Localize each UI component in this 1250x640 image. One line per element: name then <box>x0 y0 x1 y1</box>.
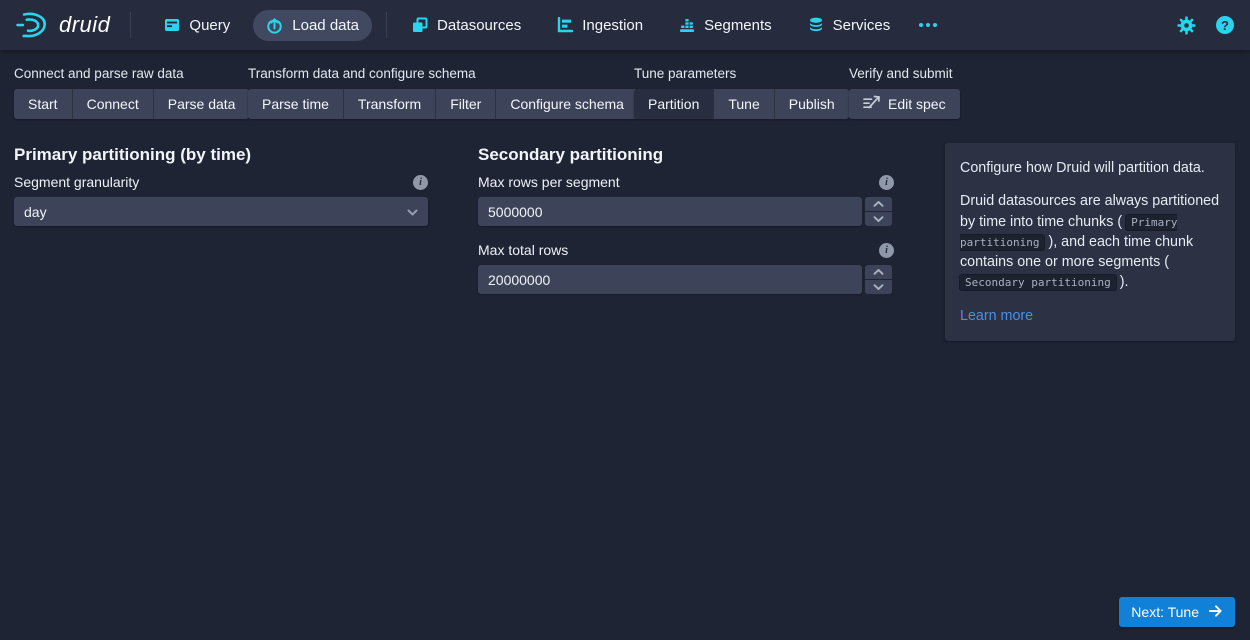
max-total-rows-group: Max total rows i <box>478 242 894 294</box>
stepper-decrement-button[interactable] <box>865 280 892 294</box>
segment-granularity-value: day <box>24 204 47 220</box>
top-nav-bar: druid Query Load data <box>0 0 1250 50</box>
settings-gear-icon[interactable] <box>1177 16 1196 35</box>
max-rows-per-segment-stepper <box>865 197 892 226</box>
next-tune-label: Next: Tune <box>1131 604 1199 620</box>
info-icon[interactable]: i <box>879 175 894 190</box>
step-group-transform: Transform data and configure schema Pars… <box>248 66 638 119</box>
step-group-connect: Connect and parse raw data Start Connect… <box>14 66 249 119</box>
step-button-edit-spec[interactable]: Edit spec <box>849 89 960 119</box>
max-rows-per-segment-label: Max rows per segment <box>478 174 620 190</box>
partition-info-callout: Configure how Druid will partition data.… <box>945 143 1235 341</box>
nav-right-actions: ? <box>1177 16 1234 35</box>
datasources-icon <box>412 17 428 33</box>
step-group-label: Verify and submit <box>849 66 960 81</box>
chevron-down-icon <box>407 203 418 221</box>
max-rows-per-segment-group: Max rows per segment i <box>478 174 894 226</box>
gantt-chart-icon <box>557 17 573 33</box>
info-icon[interactable]: i <box>413 175 428 190</box>
database-icon <box>808 17 824 33</box>
step-button-filter[interactable]: Filter <box>435 89 495 119</box>
console-icon <box>164 17 180 33</box>
segment-granularity-label: Segment granularity <box>14 174 139 190</box>
info-icon[interactable]: i <box>879 243 894 258</box>
nav-item-label: Load data <box>292 17 359 34</box>
step-button-publish[interactable]: Publish <box>774 89 849 119</box>
step-button-configure-schema[interactable]: Configure schema <box>495 89 638 119</box>
callout-intro: Configure how Druid will partition data. <box>960 158 1220 178</box>
help-icon[interactable]: ? <box>1216 16 1234 34</box>
step-button-connect[interactable]: Connect <box>72 89 153 119</box>
nav-item-services[interactable]: Services <box>795 10 904 41</box>
nav-item-load-data[interactable]: Load data <box>253 10 372 41</box>
next-tune-button[interactable]: Next: Tune <box>1119 597 1235 627</box>
code-chip: Secondary partitioning <box>960 275 1116 290</box>
segment-granularity-select[interactable]: day <box>14 197 428 226</box>
segments-bar-chart-icon <box>679 17 695 33</box>
stepper-increment-button[interactable] <box>865 265 892 279</box>
step-button-parse-data[interactable]: Parse data <box>153 89 250 119</box>
brand-name: druid <box>59 12 110 38</box>
nav-item-label: Services <box>833 17 891 34</box>
step-group-label: Tune parameters <box>634 66 849 81</box>
max-total-rows-input[interactable] <box>478 265 862 294</box>
callout-description: Druid datasources are always partitioned… <box>960 191 1220 292</box>
nav-item-datasources[interactable]: Datasources <box>399 10 534 41</box>
secondary-partitioning-heading: Secondary partitioning <box>478 145 663 165</box>
step-button-partition[interactable]: Partition <box>634 89 713 119</box>
upload-icon <box>266 17 283 34</box>
druid-home-link[interactable]: druid <box>14 11 110 39</box>
nav-item-query[interactable]: Query <box>151 10 243 41</box>
edit-spec-icon <box>863 95 880 113</box>
druid-logo-icon <box>14 11 50 39</box>
step-group-tune: Tune parameters Partition Tune Publish <box>634 66 849 119</box>
step-button-start[interactable]: Start <box>14 89 72 119</box>
step-button-tune[interactable]: Tune <box>713 89 773 119</box>
nav-item-label: Datasources <box>437 17 521 34</box>
nav-divider <box>386 12 387 38</box>
stepper-increment-button[interactable] <box>865 197 892 211</box>
segment-granularity-group: Segment granularity i day <box>14 174 428 226</box>
step-group-label: Connect and parse raw data <box>14 66 249 81</box>
step-button-transform[interactable]: Transform <box>343 89 435 119</box>
max-rows-per-segment-input[interactable] <box>478 197 862 226</box>
nav-item-label: Query <box>189 17 230 34</box>
stepper-decrement-button[interactable] <box>865 212 892 226</box>
nav-item-label: Ingestion <box>582 17 643 34</box>
nav-items: Query Load data Datasources <box>151 10 943 41</box>
more-menu-icon[interactable] <box>913 23 943 27</box>
max-total-rows-label: Max total rows <box>478 242 568 258</box>
primary-partitioning-heading: Primary partitioning (by time) <box>14 145 251 165</box>
step-group-label: Transform data and configure schema <box>248 66 638 81</box>
nav-item-segments[interactable]: Segments <box>666 10 785 41</box>
step-group-verify: Verify and submit Edit spec <box>849 66 960 119</box>
max-total-rows-stepper <box>865 265 892 294</box>
nav-item-label: Segments <box>704 17 772 34</box>
nav-divider <box>130 12 131 38</box>
nav-item-ingestion[interactable]: Ingestion <box>544 10 656 41</box>
step-button-parse-time[interactable]: Parse time <box>248 89 343 119</box>
arrow-right-icon <box>1208 604 1223 621</box>
learn-more-link[interactable]: Learn more <box>960 308 1033 324</box>
